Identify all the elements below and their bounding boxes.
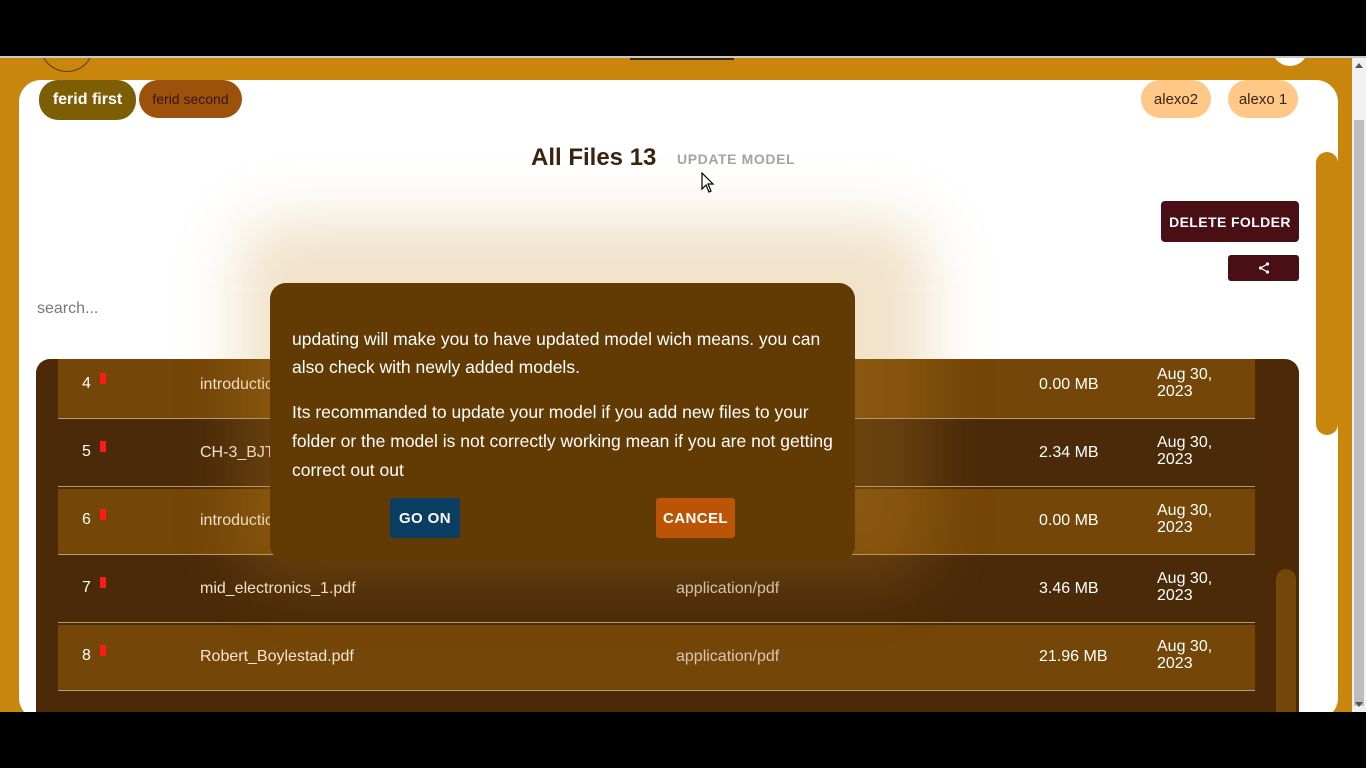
folder-chip-alexo2[interactable]: alexo2 [1141, 80, 1211, 118]
file-type: application/pdf [676, 580, 780, 597]
pdf-flag-icon [100, 373, 106, 384]
scrollbar-thumb[interactable] [1354, 120, 1364, 706]
scroll-up-icon[interactable] [1355, 63, 1363, 68]
profile-avatar-edge[interactable] [40, 58, 94, 72]
files-panel: ferid first ferid second alexo2 alexo 1 … [19, 80, 1338, 712]
row-number: 8 [82, 647, 91, 664]
cancel-button[interactable]: CANCEL [656, 498, 735, 538]
file-date: Aug 30, 2023 [1157, 502, 1213, 536]
file-date: Aug 30, 2023 [1157, 434, 1213, 468]
dialog-message: updating will make you to have updated m… [292, 329, 821, 377]
file-size: 3.46 MB [1039, 580, 1099, 597]
panel-scrollbar[interactable] [1316, 152, 1338, 435]
table-scrollbar[interactable] [1276, 569, 1296, 712]
scroll-down-icon[interactable] [1355, 702, 1363, 707]
mouse-cursor-icon [701, 172, 715, 193]
table-row[interactable]: 8 Robert_Boylestad.pdf application/pdf 2… [58, 625, 1255, 691]
screen-bottom-bar [0, 712, 1366, 768]
go-on-button[interactable]: GO ON [390, 498, 460, 538]
dialog-recommendation: Its recommanded to update your model if … [292, 402, 833, 480]
row-number: 4 [82, 375, 91, 392]
pdf-flag-icon [100, 577, 106, 588]
file-size: 2.34 MB [1039, 444, 1099, 461]
page-scrollbar[interactable] [1352, 58, 1366, 712]
update-model-button[interactable]: UPDATE MODEL [677, 151, 795, 167]
folder-chip-alexo1[interactable]: alexo 1 [1228, 80, 1298, 118]
file-date: Aug 30, 2023 [1157, 366, 1213, 400]
browser-top-bar [0, 0, 1366, 56]
share-button[interactable] [1228, 255, 1299, 281]
folder-chip-ferid-first[interactable]: ferid first [39, 80, 136, 120]
row-number: 5 [82, 443, 91, 460]
pdf-flag-icon [100, 509, 106, 520]
file-type: application/pdf [676, 648, 780, 665]
delete-folder-button[interactable]: DELETE FOLDER [1161, 201, 1299, 242]
pdf-flag-icon [100, 441, 106, 452]
share-icon [1258, 262, 1269, 274]
file-name[interactable]: Robert_Boylestad.pdf [200, 648, 354, 666]
pdf-flag-icon [100, 645, 106, 656]
row-number: 6 [82, 511, 91, 528]
page-title: All Files 13 [531, 144, 657, 171]
update-model-dialog: updating will make you to have updated m… [270, 283, 855, 561]
folder-chip-ferid-second[interactable]: ferid second [139, 80, 242, 118]
file-date: Aug 30, 2023 [1157, 638, 1213, 672]
header-divider [630, 58, 734, 60]
file-size: 21.96 MB [1039, 648, 1108, 665]
file-size: 0.00 MB [1039, 376, 1099, 393]
file-size: 0.00 MB [1039, 512, 1099, 529]
header-right-circle[interactable] [1272, 58, 1308, 66]
file-name[interactable]: mid_electronics_1.pdf [200, 580, 356, 598]
row-number: 7 [82, 579, 91, 596]
file-date: Aug 30, 2023 [1157, 570, 1213, 604]
app-viewport: ferid first ferid second alexo2 alexo 1 … [0, 58, 1352, 712]
